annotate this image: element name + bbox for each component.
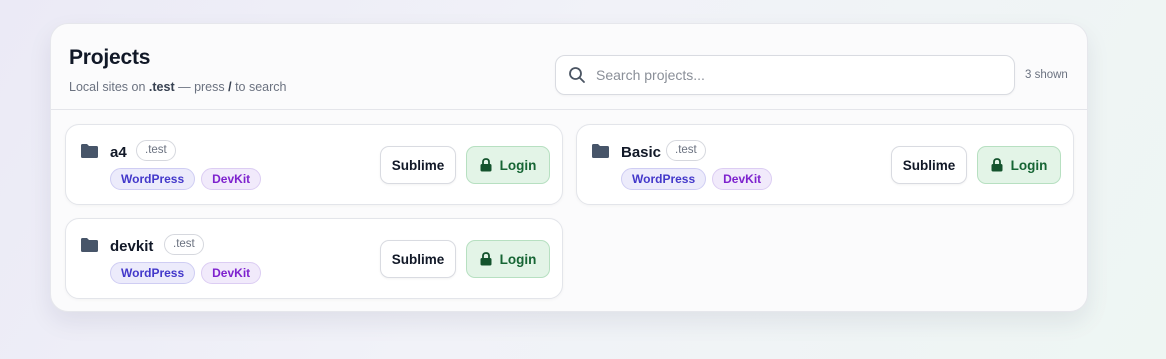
login-label: Login — [499, 251, 537, 267]
wordpress-tag: WordPress — [621, 168, 707, 190]
projects-panel: Projects Local sites on .test — press / … — [50, 23, 1088, 312]
project-name[interactable]: Basic — [621, 144, 661, 161]
devkit-tag: DevKit — [201, 168, 262, 190]
project-card-devkit: devkit .test WordPress DevKit Sublime Lo… — [65, 218, 563, 299]
page-title: Projects — [69, 46, 151, 69]
login-label: Login — [1010, 157, 1048, 173]
lock-icon — [480, 252, 492, 266]
search-input[interactable] — [596, 56, 1006, 94]
open-sublime-button[interactable]: Sublime — [380, 146, 456, 184]
open-sublime-button[interactable]: Sublime — [891, 146, 967, 184]
project-name[interactable]: a4 — [110, 144, 127, 161]
subtitle-tld: .test — [148, 80, 175, 94]
lock-icon — [480, 158, 492, 172]
tag-list: WordPress DevKit — [110, 168, 262, 190]
subtitle-text-end: to search — [231, 80, 287, 94]
panel-header: Projects Local sites on .test — press / … — [51, 24, 1087, 110]
tld-badge: .test — [136, 140, 176, 161]
project-card-basic: Basic .test WordPress DevKit Sublime Log… — [576, 124, 1074, 205]
lock-icon — [991, 158, 1003, 172]
devkit-tag: DevKit — [712, 168, 773, 190]
devkit-tag: DevKit — [201, 262, 262, 284]
wordpress-tag: WordPress — [110, 262, 196, 284]
search-icon — [569, 67, 585, 83]
tag-list: WordPress DevKit — [621, 168, 773, 190]
search-box[interactable] — [555, 55, 1015, 95]
results-count: 3 shown — [1025, 69, 1068, 81]
wordpress-tag: WordPress — [110, 168, 196, 190]
tld-badge: .test — [666, 140, 706, 161]
folder-icon — [81, 144, 98, 158]
login-button[interactable]: Login — [466, 240, 550, 278]
project-card-a4: a4 .test WordPress DevKit Sublime Login — [65, 124, 563, 205]
tag-list: WordPress DevKit — [110, 262, 262, 284]
subtitle-text: Local sites on — [69, 80, 149, 94]
folder-icon — [81, 238, 98, 252]
tld-badge: .test — [164, 234, 204, 255]
project-name[interactable]: devkit — [110, 238, 153, 255]
page-subtitle: Local sites on .test — press / to search — [69, 80, 287, 94]
subtitle-text-mid: — press — [174, 80, 229, 94]
login-label: Login — [499, 157, 537, 173]
folder-icon — [592, 144, 609, 158]
login-button[interactable]: Login — [977, 146, 1061, 184]
open-sublime-button[interactable]: Sublime — [380, 240, 456, 278]
login-button[interactable]: Login — [466, 146, 550, 184]
